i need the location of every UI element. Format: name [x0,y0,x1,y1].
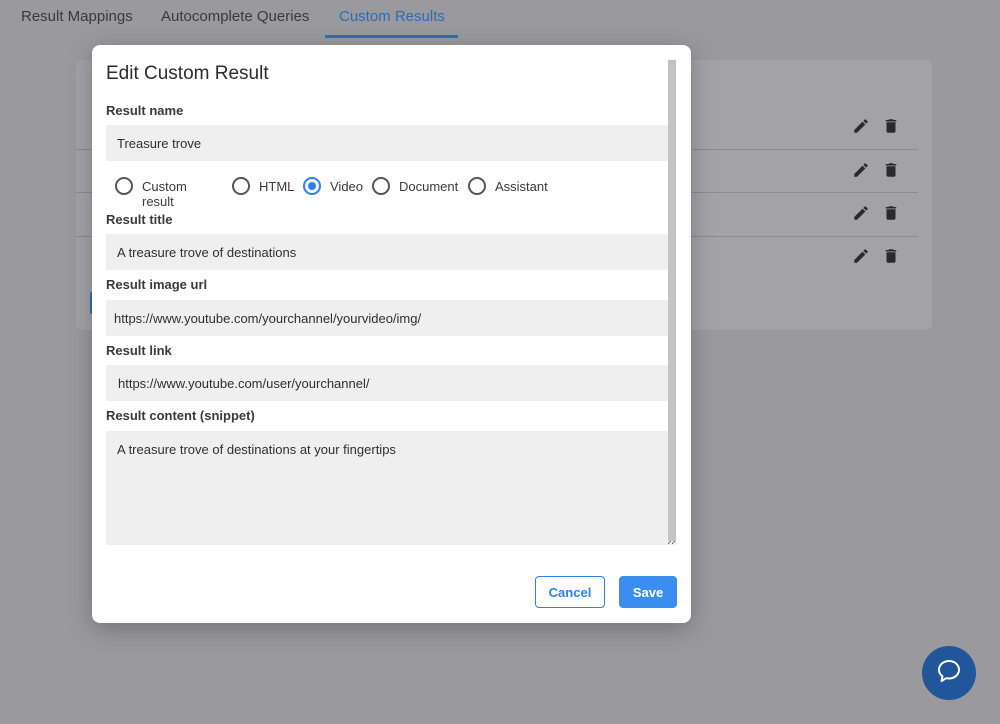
row-actions [852,117,912,137]
tab-custom-results[interactable]: Custom Results [339,8,445,25]
chat-bubble-icon [936,658,962,689]
row-actions [852,161,912,181]
pencil-icon[interactable] [852,117,870,135]
result-image-url-input[interactable] [106,300,676,336]
radio-assistant[interactable] [468,177,486,195]
radio-label-document: Document [399,179,458,194]
result-title-input[interactable] [106,234,676,270]
result-image-url-label: Result image url [106,277,207,292]
result-title-label: Result title [106,212,172,227]
pencil-icon[interactable] [852,161,870,179]
trash-icon[interactable] [882,117,900,135]
trash-icon[interactable] [882,161,900,179]
tab-autocomplete-queries[interactable]: Autocomplete Queries [161,8,309,25]
active-tab-indicator [325,35,458,38]
trash-icon[interactable] [882,204,900,222]
tab-result-mappings[interactable]: Result Mappings [21,8,133,25]
pencil-icon[interactable] [852,204,870,222]
dialog-title: Edit Custom Result [106,63,269,85]
tab-bar: Result Mappings Autocomplete Queries Cus… [0,0,1000,40]
chat-launcher-button[interactable] [922,646,976,700]
radio-label-html: HTML [259,179,294,194]
row-actions [852,247,912,267]
radio-document[interactable] [372,177,390,195]
save-button[interactable]: Save [619,576,677,608]
radio-video[interactable] [303,177,321,195]
result-content-label: Result content (snippet) [106,408,255,423]
radio-html[interactable] [232,177,250,195]
edit-custom-result-dialog: Edit Custom Result Result name Custom re… [92,45,691,623]
dialog-scrollbar[interactable] [668,60,676,541]
trash-icon[interactable] [882,247,900,265]
cancel-button[interactable]: Cancel [535,576,605,608]
row-actions [852,204,912,224]
radio-custom-result[interactable] [115,177,133,195]
result-link-input[interactable] [106,365,676,401]
result-content-textarea[interactable]: A treasure trove of destinations at your… [106,431,676,545]
pencil-icon[interactable] [852,247,870,265]
result-name-label: Result name [106,103,183,118]
result-link-label: Result link [106,343,172,358]
radio-label-custom-result: Custom result [142,179,187,209]
radio-label-video: Video [330,179,363,194]
result-name-input[interactable] [106,125,676,161]
radio-label-assistant: Assistant [495,179,548,194]
